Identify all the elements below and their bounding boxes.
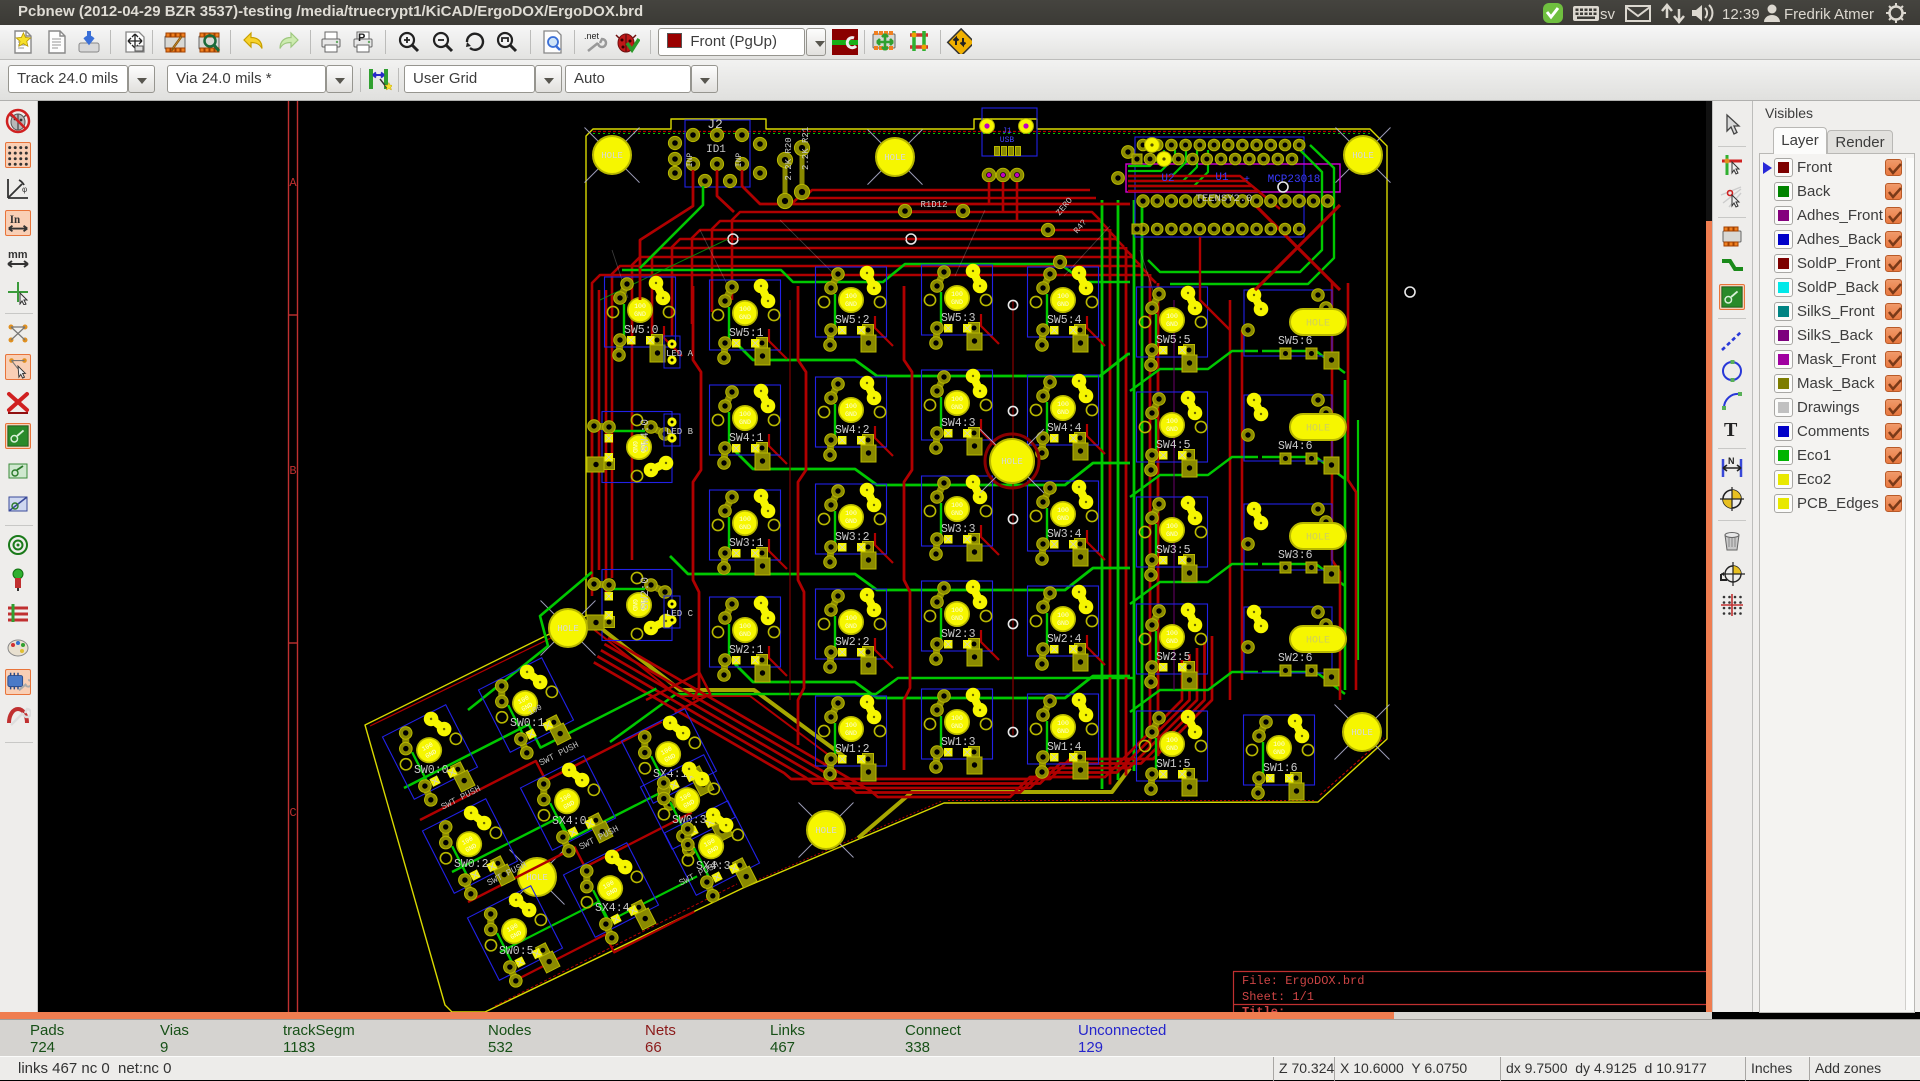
svg-text:HOLE: HOLE: [1001, 457, 1023, 467]
svg-text:SW1:2: SW1:2: [835, 743, 870, 756]
svg-text:J2: J2: [707, 117, 723, 132]
svg-text:P: P: [358, 32, 365, 44]
svg-text:SW1:5: SW1:5: [1156, 758, 1191, 771]
svg-text:SW4:3: SW4:3: [941, 417, 976, 430]
svg-text:MCP23018: MCP23018: [1268, 174, 1321, 186]
svg-text:SW4:4: SW4:4: [1047, 422, 1082, 435]
svg-text:SW3:1: SW3:1: [729, 537, 764, 550]
svg-text:2.2K R21: 2.2K R21: [801, 127, 811, 170]
svg-text:LED B: LED B: [666, 427, 694, 437]
svg-text:SW2:1: SW2:1: [729, 644, 764, 657]
svg-text:Sheet: 1/1: Sheet: 1/1: [1242, 990, 1314, 1004]
svg-text:U1: U1: [1215, 172, 1229, 184]
svg-text:SW4:1: SW4:1: [729, 432, 764, 445]
svg-text:SX4:0: SX4:0: [552, 815, 587, 828]
svg-text:LED C: LED C: [666, 609, 694, 619]
svg-text:SW5:2: SW5:2: [835, 314, 870, 327]
svg-text:N: N: [1728, 456, 1735, 466]
svg-text:SW4:6: SW4:6: [1278, 440, 1313, 453]
svg-text:SW3:5: SW3:5: [1156, 544, 1191, 557]
svg-text:sv: sv: [1600, 6, 1616, 23]
svg-text:SW4:0: SW4:0: [640, 419, 652, 452]
svg-text:SW1:3: SW1:3: [941, 736, 976, 749]
svg-text:T: T: [1724, 419, 1738, 441]
svg-text:SW1:6: SW1:6: [1263, 762, 1298, 775]
svg-text:U2: U2: [1161, 173, 1174, 185]
svg-text:HOLE: HOLE: [1352, 151, 1374, 161]
svg-text:File: ErgoDOX.brd: File: ErgoDOX.brd: [1242, 974, 1364, 988]
svg-text:SW2:0: SW2:0: [640, 577, 652, 610]
svg-text:SW3:6: SW3:6: [1278, 549, 1313, 562]
svg-text:SW2:6: SW2:6: [1278, 652, 1313, 665]
svg-text:SW0:1: SW0:1: [510, 717, 545, 730]
svg-text:SW3:3: SW3:3: [941, 523, 976, 536]
svg-text:+: +: [1244, 175, 1250, 186]
svg-text:SW3:2: SW3:2: [835, 531, 870, 544]
svg-text:SW5:1: SW5:1: [729, 327, 764, 340]
svg-text:SW2:4: SW2:4: [1047, 633, 1082, 646]
svg-text:SW5:0: SW5:0: [624, 324, 659, 337]
svg-text:LED A: LED A: [666, 349, 694, 359]
svg-text:SW5:3: SW5:3: [941, 312, 976, 325]
svg-text:SW0:0: SW0:0: [414, 764, 449, 777]
svg-text:SW0:2: SW0:2: [454, 858, 489, 871]
svg-text:mm: mm: [8, 249, 28, 261]
svg-text:A: A: [289, 176, 297, 190]
svg-text:HOLE: HOLE: [526, 873, 548, 883]
svg-text:J1: J1: [1002, 127, 1012, 136]
svg-text:12:39: 12:39: [1722, 6, 1760, 23]
svg-text:HOLE: HOLE: [815, 826, 837, 836]
svg-text:SW2:2: SW2:2: [835, 636, 870, 649]
svg-text:SX4:4: SX4:4: [595, 902, 630, 915]
svg-text:HOLE: HOLE: [601, 151, 623, 161]
svg-text:Title:: Title:: [1242, 1005, 1285, 1012]
svg-text:.net: .net: [584, 31, 600, 41]
svg-text:SW3:4: SW3:4: [1047, 528, 1082, 541]
svg-text:HOLE: HOLE: [1351, 728, 1373, 738]
svg-text:R1D12: R1D12: [920, 200, 947, 210]
svg-text:SW2:3: SW2:3: [941, 628, 976, 641]
svg-text:USB: USB: [1000, 136, 1015, 145]
svg-text:SW0:5: SW0:5: [499, 945, 534, 958]
svg-text:C: C: [289, 806, 296, 820]
svg-text:Fredrik Atmer: Fredrik Atmer: [1784, 6, 1874, 23]
svg-text:TEENSY2.0: TEENSY2.0: [1196, 193, 1253, 205]
svg-text:SW4:5: SW4:5: [1156, 439, 1191, 452]
svg-text:2.2K R20: 2.2K R20: [784, 137, 794, 180]
svg-text:HOLE: HOLE: [557, 624, 579, 634]
svg-text:INP: INP: [735, 153, 744, 168]
svg-text:SW5:6: SW5:6: [1278, 335, 1313, 348]
svg-text:SW5:5: SW5:5: [1156, 334, 1191, 347]
svg-text:SW1:4: SW1:4: [1047, 741, 1082, 754]
svg-text:HOLE: HOLE: [884, 153, 906, 163]
svg-text:SW4:2: SW4:2: [835, 424, 870, 437]
svg-text:ID1: ID1: [706, 144, 726, 156]
svg-text:INP: INP: [686, 153, 695, 168]
svg-text:SW5:4: SW5:4: [1047, 314, 1082, 327]
svg-text:B: B: [289, 464, 296, 478]
svg-text:In: In: [10, 214, 20, 226]
svg-text:φ: φ: [22, 185, 27, 194]
svg-text:SW2:5: SW2:5: [1156, 651, 1191, 664]
